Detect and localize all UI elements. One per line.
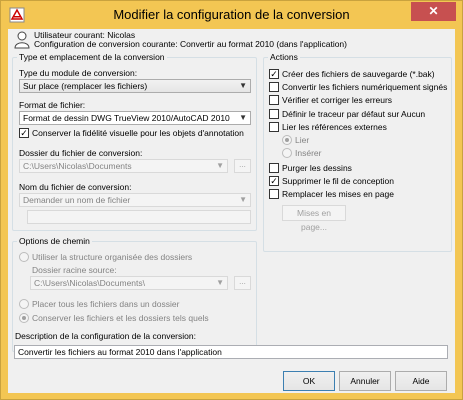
chevron-down-icon: ▼	[216, 278, 224, 287]
use-org-structure-radio[interactable]	[19, 252, 29, 262]
user-icon	[14, 31, 30, 49]
use-org-structure-label[interactable]: Utiliser la structure organisée des doss…	[32, 252, 192, 262]
dialog-body: Utilisateur courant: Nicolas Configurati…	[8, 29, 455, 393]
replace-page-setups-label[interactable]: Remplacer les mises en page	[282, 189, 394, 199]
bind-xrefs-label[interactable]: Lier les références externes	[282, 122, 387, 132]
page-setups-button[interactable]: Mises en page...	[282, 205, 346, 232]
root-folder-value: C:\Users\Nicolas\Documents\	[34, 278, 146, 288]
bind-xrefs-checkbox[interactable]	[269, 122, 279, 132]
conversion-filename-value: Demander un nom de fichier	[23, 195, 131, 205]
chevron-down-icon: ▼	[239, 113, 247, 122]
remove-design-feed-label[interactable]: Supprimer le fil de conception	[282, 176, 394, 186]
actions-group-title: Actions	[268, 52, 300, 62]
conversion-filename-label: Nom du fichier de conversion:	[19, 182, 132, 192]
package-type-label: Type du module de conversion:	[19, 68, 138, 78]
chevron-down-icon: ▼	[239, 81, 247, 90]
convert-signed-label[interactable]: Convertir les fichiers numériquement sig…	[282, 82, 447, 92]
file-format-select[interactable]: Format de dessin DWG TrueView 2010/AutoC…	[19, 111, 251, 125]
chevron-down-icon: ▼	[216, 161, 224, 170]
create-backup-label[interactable]: Créer des fichiers de sauvegarde (*.bak)	[282, 69, 435, 79]
cancel-button[interactable]: Annuler	[339, 371, 391, 391]
browse-root-folder-button[interactable]: ...	[234, 276, 251, 290]
remove-design-feed-checkbox[interactable]: ✓	[269, 176, 279, 186]
place-all-files-label[interactable]: Placer tous les fichiers dans un dossier	[32, 299, 179, 309]
help-button[interactable]: Aide	[395, 371, 447, 391]
current-config-text: Configuration de conversion courante: Co…	[34, 39, 347, 49]
ok-button[interactable]: OK	[283, 371, 335, 391]
description-label: Description de la configuration de la co…	[15, 331, 196, 341]
title-bar[interactable]: Modifier la configuration de la conversi…	[1, 1, 462, 29]
conversion-filename-input[interactable]	[27, 210, 251, 224]
window-title: Modifier la configuration de la conversi…	[113, 7, 350, 22]
keep-files-folders-radio[interactable]	[19, 313, 29, 323]
plotter-none-checkbox[interactable]	[269, 109, 279, 119]
keep-files-folders-label[interactable]: Conserver les fichiers et les dossiers t…	[32, 313, 209, 323]
convert-signed-checkbox[interactable]	[269, 82, 279, 92]
package-type-value: Sur place (remplacer les fichiers)	[23, 81, 148, 91]
xref-bind-label[interactable]: Lier	[295, 135, 309, 145]
root-folder-label: Dossier racine source:	[32, 265, 117, 275]
browse-folder-button[interactable]: ...	[234, 159, 251, 173]
create-backup-checkbox[interactable]: ✓	[269, 69, 279, 79]
path-options-group-title: Options de chemin	[17, 236, 92, 246]
keep-visual-fidelity-checkbox[interactable]: ✓	[19, 128, 29, 138]
close-button[interactable]: ✕	[411, 2, 456, 21]
file-format-value: Format de dessin DWG TrueView 2010/AutoC…	[23, 113, 230, 123]
plotter-none-label[interactable]: Définir le traceur par défaut sur Aucun	[282, 109, 425, 119]
dialog-window: Modifier la configuration de la conversi…	[0, 0, 463, 400]
root-folder-select[interactable]: C:\Users\Nicolas\Documents\ ▼	[30, 276, 228, 290]
type-location-group-title: Type et emplacement de la conversion	[17, 52, 167, 62]
keep-visual-fidelity-label[interactable]: Conserver la fidélité visuelle pour les …	[32, 128, 244, 138]
conversion-folder-value: C:\Users\Nicolas\Documents	[23, 161, 132, 171]
purge-drawings-label[interactable]: Purger les dessins	[282, 163, 352, 173]
conversion-filename-select[interactable]: Demander un nom de fichier ▼	[19, 193, 251, 207]
purge-drawings-checkbox[interactable]	[269, 163, 279, 173]
audit-fix-checkbox[interactable]	[269, 95, 279, 105]
file-format-label: Format de fichier:	[19, 100, 86, 110]
package-type-select[interactable]: Sur place (remplacer les fichiers) ▼	[19, 79, 251, 93]
audit-fix-label[interactable]: Vérifier et corriger les erreurs	[282, 95, 392, 105]
chevron-down-icon: ▼	[239, 195, 247, 204]
xref-insert-label[interactable]: Insérer	[295, 148, 321, 158]
conversion-folder-label: Dossier du fichier de conversion:	[19, 148, 143, 158]
place-all-files-radio[interactable]	[19, 299, 29, 309]
conversion-folder-select[interactable]: C:\Users\Nicolas\Documents ▼	[19, 159, 228, 173]
description-input[interactable]: Convertir les fichiers au format 2010 da…	[14, 345, 448, 359]
xref-insert-radio[interactable]	[282, 148, 292, 158]
xref-bind-radio[interactable]	[282, 135, 292, 145]
replace-page-setups-checkbox[interactable]	[269, 189, 279, 199]
